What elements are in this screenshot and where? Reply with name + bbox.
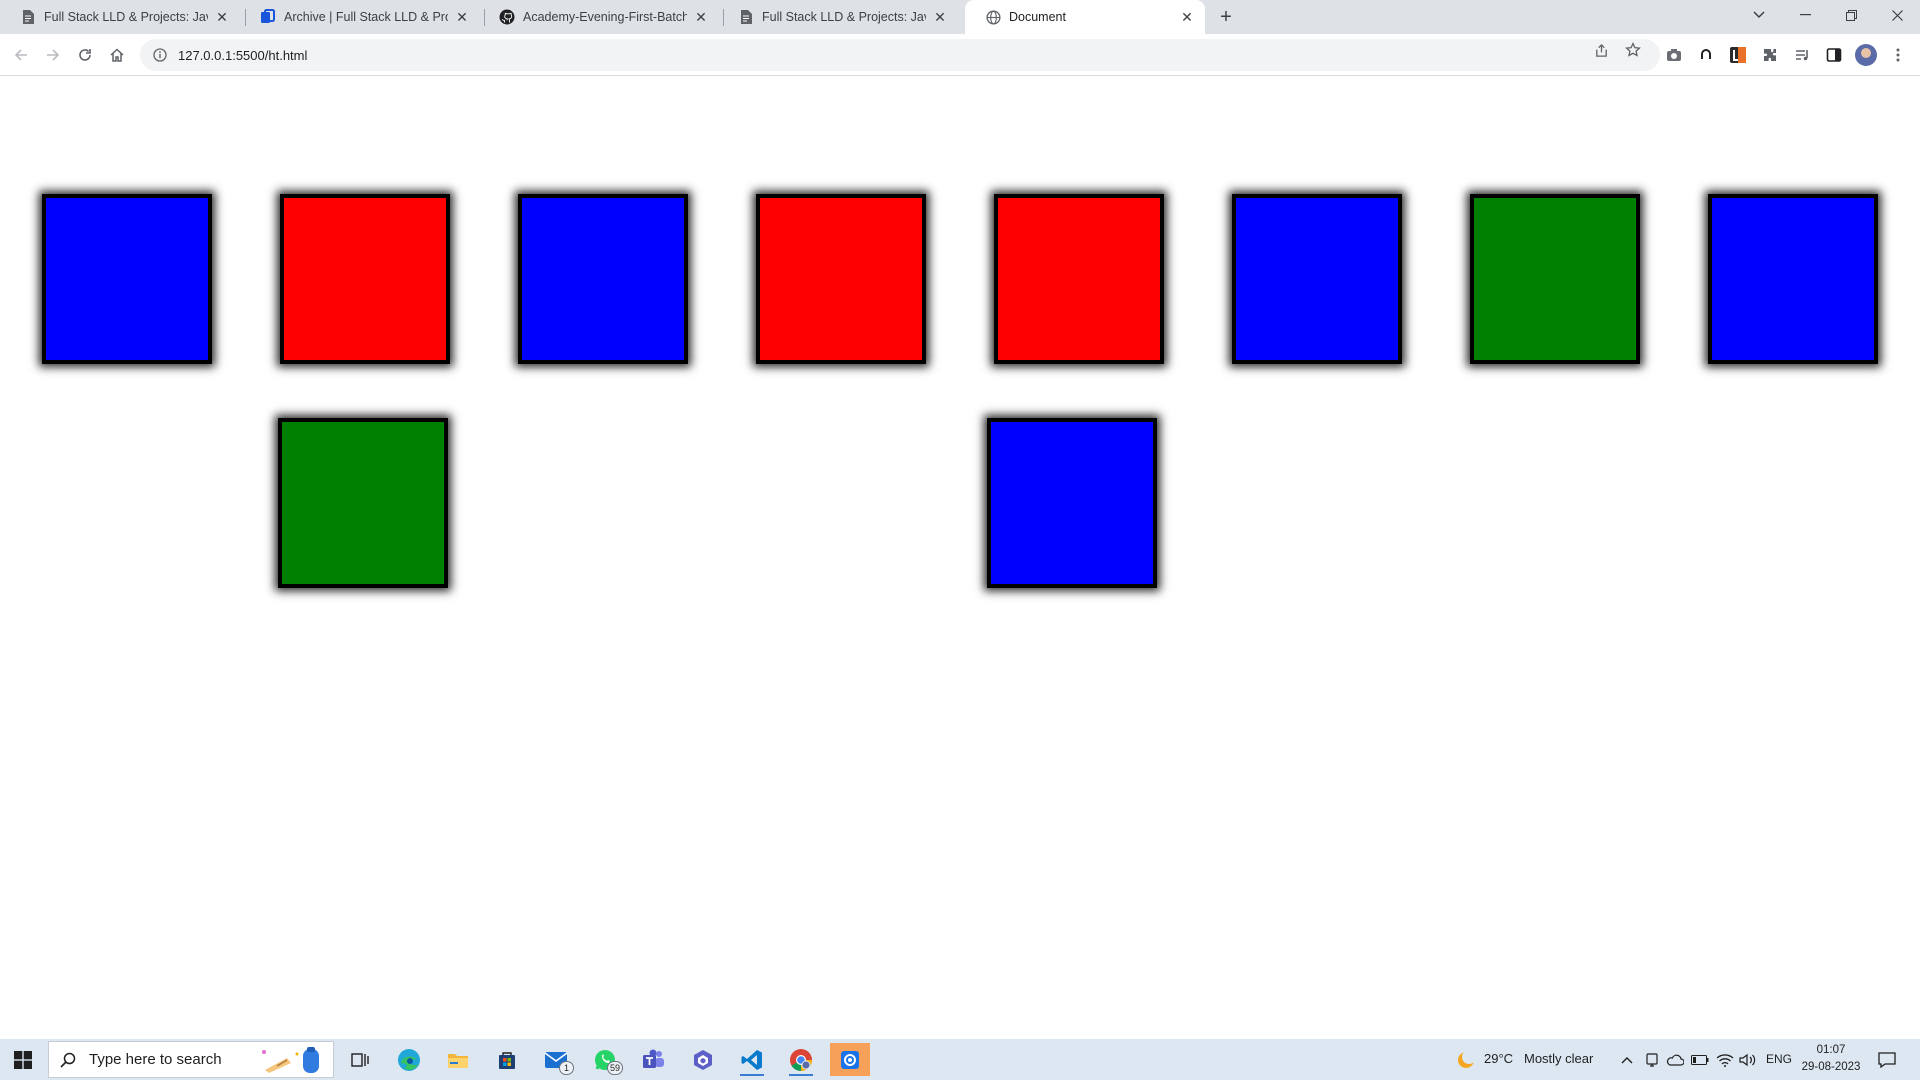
company-portal-icon[interactable] <box>683 1043 723 1076</box>
tab-title: Document <box>1009 10 1066 24</box>
task-view-icon[interactable] <box>340 1043 380 1076</box>
reload-button[interactable] <box>71 41 99 69</box>
color-box <box>756 194 926 364</box>
onedrive-cloud-icon[interactable] <box>1666 1051 1684 1069</box>
chevron-up-icon[interactable] <box>1618 1051 1636 1069</box>
color-box <box>278 418 448 588</box>
page-viewport <box>0 77 1920 1039</box>
windows-taskbar: Type here to search 1 59 29°C Mostly cle… <box>0 1039 1920 1080</box>
edge-browser-icon[interactable] <box>389 1043 429 1076</box>
taskbar-search-box[interactable]: Type here to search <box>48 1041 334 1078</box>
color-box <box>1232 194 1402 364</box>
share-icon[interactable] <box>1593 42 1609 58</box>
tab-title: Academy-Evening-First-Batch--Full <box>523 10 687 24</box>
tab-document[interactable]: Document ✕ <box>965 0 1205 34</box>
globe-icon <box>985 9 1001 25</box>
tab-search-icon[interactable] <box>1736 0 1782 30</box>
volume-icon[interactable] <box>1739 1051 1757 1069</box>
side-panel-icon[interactable] <box>1823 44 1845 66</box>
clock-time: 01:07 <box>1816 1044 1846 1056</box>
search-placeholder: Type here to search <box>89 1051 222 1068</box>
home-button[interactable] <box>103 41 131 69</box>
tab-strip: Full Stack LLD & Projects: JavaScript ✕ … <box>0 0 1920 34</box>
mail-icon[interactable]: 1 <box>536 1043 576 1076</box>
tab-fullstack-1[interactable]: Full Stack LLD & Projects: JavaScript ✕ <box>0 0 240 34</box>
color-box <box>1470 194 1640 364</box>
windows-start-button[interactable] <box>0 1039 46 1080</box>
close-icon[interactable]: ✕ <box>1179 9 1195 25</box>
color-box <box>994 194 1164 364</box>
whatsapp-badge: 59 <box>606 1061 623 1075</box>
browser-menu-icon[interactable] <box>1887 44 1909 66</box>
close-icon[interactable]: ✕ <box>454 9 470 25</box>
chrome-icon[interactable] <box>781 1043 821 1076</box>
teams-icon[interactable] <box>634 1043 674 1076</box>
color-box <box>42 194 212 364</box>
weather-condition[interactable]: Mostly clear <box>1524 1051 1593 1066</box>
forward-button[interactable] <box>39 41 67 69</box>
color-box <box>280 194 450 364</box>
search-icon <box>59 1051 77 1069</box>
tab-title: Full Stack LLD & Projects: JavaScript <box>762 10 926 24</box>
close-icon[interactable]: ✕ <box>693 9 709 25</box>
back-button[interactable] <box>7 41 35 69</box>
media-queue-icon[interactable] <box>1791 44 1813 66</box>
close-icon[interactable]: ✕ <box>932 9 948 25</box>
system-clock[interactable]: 01:07 29-08-2023 <box>1799 1042 1863 1076</box>
document-icon <box>738 9 754 25</box>
microsoft-store-icon[interactable] <box>487 1043 527 1076</box>
camera-extension-icon[interactable] <box>1663 44 1685 66</box>
battery-icon[interactable] <box>1691 1051 1709 1069</box>
color-box <box>1708 194 1878 364</box>
document-icon <box>20 9 36 25</box>
leetcode-extension-icon[interactable] <box>1727 44 1749 66</box>
weather-temperature[interactable]: 29°C <box>1484 1051 1513 1066</box>
link-extension-icon[interactable] <box>1695 44 1717 66</box>
bookmark-star-icon[interactable] <box>1625 42 1641 58</box>
tab-fullstack-2[interactable]: Full Stack LLD & Projects: JavaScript ✕ <box>718 0 958 34</box>
site-info-icon[interactable] <box>152 47 168 63</box>
notification-center-icon[interactable] <box>1876 1050 1898 1070</box>
profile-avatar[interactable] <box>1855 44 1877 66</box>
mail-badge: 1 <box>559 1061 574 1075</box>
minimize-button[interactable] <box>1782 0 1828 30</box>
file-explorer-icon[interactable] <box>438 1043 478 1076</box>
color-box <box>987 418 1157 588</box>
restore-button[interactable] <box>1828 0 1874 30</box>
tab-title: Archive | Full Stack LLD & Projects <box>284 10 448 24</box>
search-highlight-art-icon <box>262 1047 319 1073</box>
meet-now-icon[interactable] <box>1643 1051 1661 1069</box>
clock-date: 29-08-2023 <box>1801 1061 1861 1073</box>
url-text: 127.0.0.1:5500/ht.html <box>178 47 308 63</box>
tab-title: Full Stack LLD & Projects: JavaScript <box>44 10 208 24</box>
snipping-tool-icon[interactable] <box>830 1043 870 1076</box>
close-icon[interactable]: ✕ <box>214 9 230 25</box>
extensions-puzzle-icon[interactable] <box>1759 44 1781 66</box>
wifi-icon[interactable] <box>1716 1051 1734 1069</box>
vscode-icon[interactable] <box>732 1043 772 1076</box>
close-window-button[interactable] <box>1874 0 1920 30</box>
address-bar[interactable]: 127.0.0.1:5500/ht.html <box>140 39 1660 71</box>
input-language[interactable]: ENG <box>1766 1052 1792 1066</box>
new-tab-button[interactable]: + <box>1214 5 1238 29</box>
github-icon <box>499 9 515 25</box>
whatsapp-icon[interactable]: 59 <box>585 1043 625 1076</box>
archive-icon <box>260 9 276 25</box>
weather-moon-icon[interactable] <box>1455 1049 1477 1071</box>
tab-archive[interactable]: Archive | Full Stack LLD & Projects ✕ <box>240 0 480 34</box>
color-box <box>518 194 688 364</box>
browser-toolbar: 127.0.0.1:5500/ht.html <box>0 34 1920 76</box>
tab-github[interactable]: Academy-Evening-First-Batch--Full ✕ <box>479 0 719 34</box>
